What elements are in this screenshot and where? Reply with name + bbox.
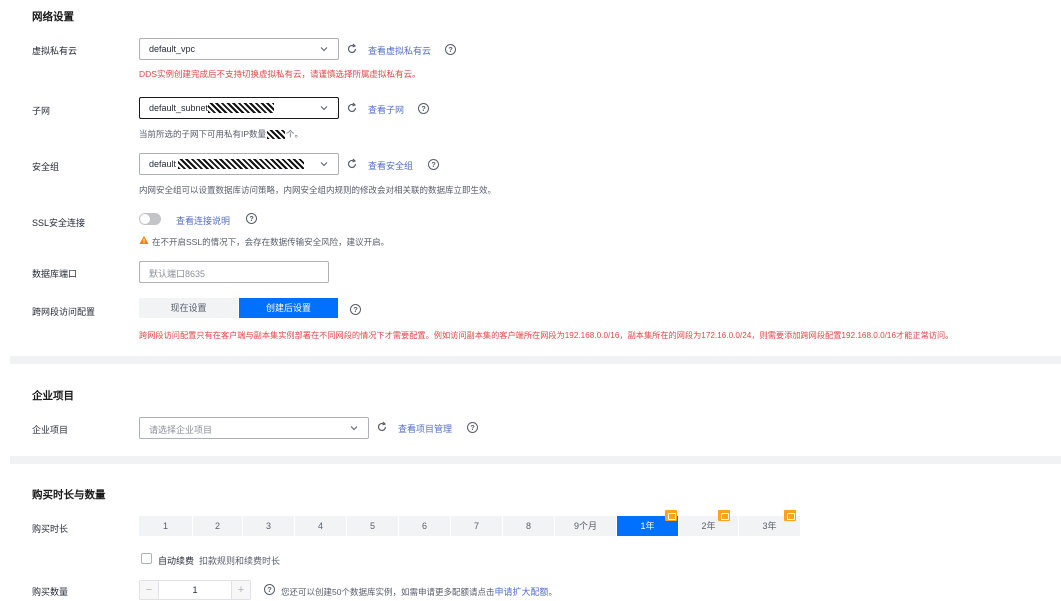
duration-label: 购买时长 [32, 524, 69, 534]
view-security-group-link[interactable]: 查看安全组 [368, 159, 413, 172]
help-icon[interactable]: ? [350, 304, 361, 315]
subnet-hint-suffix: 个。 [286, 129, 304, 139]
refresh-icon[interactable] [346, 43, 358, 55]
quantity-stepper: − 1 + [139, 580, 251, 600]
quantity-increment-button[interactable]: + [232, 581, 250, 599]
gift-icon [665, 510, 677, 521]
help-icon[interactable]: ? [246, 213, 257, 224]
duration-option-label: 3年 [762, 521, 777, 531]
chevron-down-icon [350, 426, 358, 431]
enterprise-project-placeholder: 请选择企业项目 [149, 425, 213, 435]
port-input-placeholder: 默认端口8635 [149, 269, 206, 279]
section-divider [10, 356, 1061, 364]
security-group-select-value: default [149, 159, 177, 169]
view-connection-guide-link[interactable]: 查看连接说明 [176, 214, 230, 227]
cross-cidr-segmented: 现在设置 创建后设置 [139, 298, 339, 318]
subnet-hint: 当前所选的子网下可用私有IP数量 个。 [139, 128, 303, 140]
section-title-network: 网络设置 [32, 11, 74, 23]
chevron-down-icon [320, 106, 328, 111]
duration-option-9-months[interactable]: 9个月 [555, 516, 617, 536]
warning-icon [139, 235, 149, 244]
gift-icon [784, 510, 796, 521]
gift-icon [718, 510, 730, 521]
redaction-mask [178, 159, 304, 169]
help-icon[interactable]: ? [467, 422, 478, 433]
auto-renew-checkbox[interactable] [141, 553, 152, 564]
duration-option-label: 1年 [640, 521, 655, 531]
section-divider [10, 456, 1061, 464]
quota-text: 您还可以创建50个数据库实例，如需申请更多配额请点击申请扩大配额。 [281, 585, 557, 598]
port-input[interactable]: 默认端口8635 [139, 261, 329, 283]
cross-cidr-option-later[interactable]: 创建后设置 [239, 298, 339, 318]
help-icon[interactable]: ? [428, 159, 439, 170]
ssl-warning-text: 在不开启SSL的情况下，会存在数据传输安全风险，建议开启。 [152, 237, 390, 247]
security-group-select[interactable]: default [139, 153, 339, 175]
refresh-icon[interactable] [346, 102, 358, 114]
ssl-toggle[interactable] [139, 213, 161, 225]
subnet-select-value: default_subnet [149, 103, 209, 113]
cross-cidr-label: 跨网段访问配置 [32, 307, 96, 317]
refresh-icon[interactable] [346, 158, 358, 170]
enterprise-project-label: 企业项目 [32, 425, 69, 435]
chevron-down-icon [320, 47, 328, 52]
view-vpc-link[interactable]: 查看虚拟私有云 [368, 44, 431, 57]
view-subnet-link[interactable]: 查看子网 [368, 103, 404, 116]
vpc-select[interactable]: default_vpc [139, 38, 339, 60]
duration-option-1-year[interactable]: 1年 [617, 510, 679, 536]
redaction-mask [208, 103, 274, 113]
security-group-hint: 内网安全组可以设置数据库访问策略，内网安全组内规则的修改会对相关联的数据库立即生… [139, 185, 497, 195]
refresh-icon[interactable] [376, 421, 388, 433]
chevron-down-icon [320, 162, 328, 167]
apply-quota-link[interactable]: 申请扩大配额 [494, 587, 548, 597]
duration-option-4[interactable]: 4 [295, 516, 347, 536]
quantity-input[interactable]: 1 [158, 581, 232, 599]
security-group-label: 安全组 [32, 162, 60, 172]
help-icon[interactable]: ? [264, 584, 275, 595]
vpc-select-value: default_vpc [149, 44, 196, 54]
duration-option-2-years[interactable]: 2年 [679, 510, 739, 536]
duration-option-3-years[interactable]: 3年 [739, 510, 801, 536]
duration-selector: 1 2 3 4 5 6 7 8 9个月 1年 2年 3年 [139, 510, 801, 536]
enterprise-project-select[interactable]: 请选择企业项目 [139, 417, 369, 439]
duration-option-5[interactable]: 5 [347, 516, 399, 536]
quota-end: 。 [548, 587, 557, 597]
duration-option-1[interactable]: 1 [139, 516, 193, 536]
duration-option-3[interactable]: 3 [243, 516, 295, 536]
subnet-label: 子网 [32, 106, 51, 116]
duration-option-2[interactable]: 2 [193, 516, 243, 536]
auto-renew-label[interactable]: 自动续费 [158, 554, 194, 567]
help-icon[interactable]: ? [418, 103, 429, 114]
help-icon[interactable]: ? [445, 44, 456, 55]
quantity-decrement-button[interactable]: − [140, 581, 158, 599]
section-title-enterprise: 企业项目 [32, 390, 74, 402]
view-project-management-link[interactable]: 查看项目管理 [398, 422, 452, 435]
subnet-select[interactable]: default_subnet [139, 97, 339, 119]
auto-renew-hint: 扣款规则和续费时长 [199, 556, 281, 566]
duration-option-6[interactable]: 6 [399, 516, 451, 536]
duration-option-label: 2年 [701, 521, 716, 531]
ssl-toggle-knob [140, 214, 150, 224]
quota-message: 您还可以创建50个数据库实例，如需申请更多配额请点击 [281, 587, 495, 597]
duration-option-7[interactable]: 7 [451, 516, 503, 536]
port-label: 数据库端口 [32, 269, 78, 279]
ssl-label: SSL安全连接 [32, 218, 86, 228]
vpc-error-text: DDS实例创建完成后不支持切换虚拟私有云，请谨慎选择所属虚拟私有云。 [139, 69, 421, 79]
cross-cidr-error-text: 跨网段访问配置只有在客户端与副本集实例部署在不同网段的情况下才需要配置。例如访问… [139, 331, 954, 340]
redaction-mask [267, 130, 286, 140]
vpc-label: 虚拟私有云 [32, 46, 78, 56]
section-title-purchase: 购买时长与数量 [32, 489, 106, 501]
quantity-label: 购买数量 [32, 587, 69, 597]
cross-cidr-option-now[interactable]: 现在设置 [139, 298, 239, 318]
subnet-hint-text: 当前所选的子网下可用私有IP数量 [139, 129, 267, 139]
duration-option-8[interactable]: 8 [503, 516, 555, 536]
